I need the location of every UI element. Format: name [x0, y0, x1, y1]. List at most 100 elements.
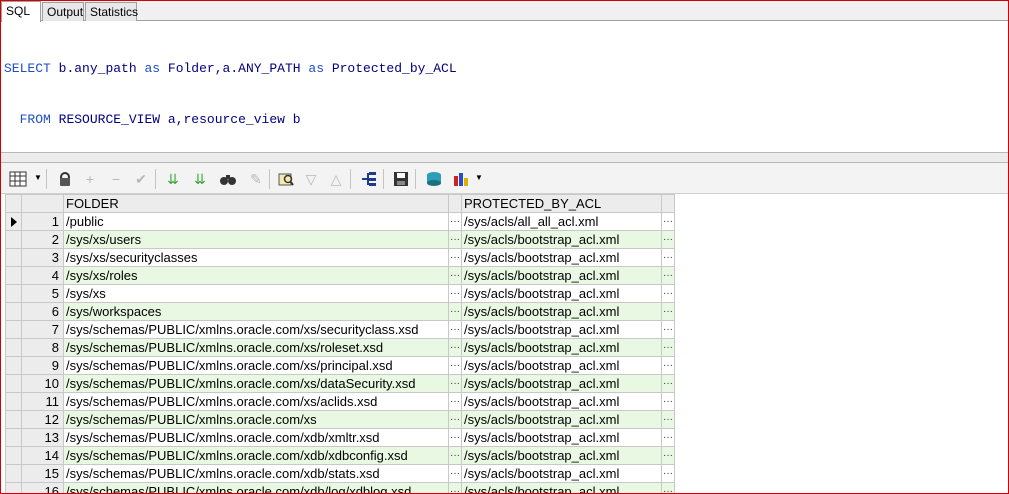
add-record-icon[interactable]: + — [81, 170, 99, 188]
table-row[interactable]: 16/sys/schemas/PUBLIC/xmlns.oracle.com/x… — [5, 482, 675, 493]
cell-folder[interactable]: /sys/workspaces — [63, 302, 449, 321]
post-edit-icon[interactable]: ✔ — [132, 170, 150, 188]
table-row[interactable]: 4/sys/xs/roles ···/sys/acls/bootstrap_acl… — [5, 266, 675, 285]
table-row[interactable]: 12/sys/schemas/PUBLIC/xmlns.oracle.com/x… — [5, 410, 675, 429]
cell-protected-by-acl[interactable]: /sys/acls/bootstrap_acl.xml — [461, 248, 662, 267]
chevron-down-icon[interactable]: ▼ — [475, 172, 483, 184]
save-icon[interactable] — [392, 170, 410, 188]
cell-ellipsis-button[interactable]: ··· — [661, 356, 675, 375]
row-number[interactable]: 5 — [21, 284, 64, 303]
row-number[interactable]: 13 — [21, 428, 64, 447]
cell-ellipsis-button[interactable]: ··· — [661, 446, 675, 465]
cell-ellipsis-button[interactable]: ··· — [448, 320, 462, 339]
find-icon[interactable] — [219, 170, 237, 188]
cell-folder[interactable]: /sys/schemas/PUBLIC/xmlns.oracle.com/xs/… — [63, 338, 449, 357]
tab-statistics[interactable]: Statistics — [85, 2, 138, 21]
row-indicator[interactable] — [5, 212, 22, 231]
cell-ellipsis-button[interactable]: ··· — [661, 482, 675, 493]
cell-ellipsis-button[interactable]: ··· — [448, 482, 462, 493]
row-indicator[interactable] — [5, 446, 22, 465]
cell-protected-by-acl[interactable]: /sys/acls/bootstrap_acl.xml — [461, 320, 662, 339]
table-row[interactable]: 2/sys/xs/users ···/sys/acls/bootstrap_acl… — [5, 230, 675, 249]
row-indicator[interactable] — [5, 356, 22, 375]
tab-sql[interactable]: SQL — [1, 1, 41, 22]
fetch-last-icon[interactable]: ⇊ — [191, 170, 209, 188]
table-row[interactable]: 11/sys/schemas/PUBLIC/xmlns.oracle.com/x… — [5, 392, 675, 411]
cell-protected-by-acl[interactable]: /sys/acls/bootstrap_acl.xml — [461, 482, 662, 493]
cell-protected-by-acl[interactable]: /sys/acls/bootstrap_acl.xml — [461, 428, 662, 447]
cell-folder[interactable]: /sys/xs/users — [63, 230, 449, 249]
cell-ellipsis-button[interactable]: ··· — [448, 230, 462, 249]
row-indicator[interactable] — [5, 248, 22, 267]
cell-protected-by-acl[interactable]: /sys/acls/bootstrap_acl.xml — [461, 230, 662, 249]
cell-ellipsis-button[interactable]: ··· — [661, 428, 675, 447]
row-indicator[interactable] — [5, 284, 22, 303]
cell-ellipsis-button[interactable]: ··· — [448, 302, 462, 321]
cell-folder[interactable]: /sys/schemas/PUBLIC/xmlns.oracle.com/xs — [63, 410, 449, 429]
table-row[interactable]: 14/sys/schemas/PUBLIC/xmlns.oracle.com/x… — [5, 446, 675, 465]
table-row[interactable]: 7/sys/schemas/PUBLIC/xmlns.oracle.com/xs… — [5, 320, 675, 339]
cell-ellipsis-button[interactable]: ··· — [661, 464, 675, 483]
cell-folder[interactable]: /sys/xs — [63, 284, 449, 303]
cell-protected-by-acl[interactable]: /sys/acls/bootstrap_acl.xml — [461, 266, 662, 285]
table-row[interactable]: 9/sys/schemas/PUBLIC/xmlns.oracle.com/xs… — [5, 356, 675, 375]
cell-protected-by-acl[interactable]: /sys/acls/bootstrap_acl.xml — [461, 338, 662, 357]
sort-ascending-icon[interactable]: △ — [327, 170, 345, 188]
cell-folder[interactable]: /sys/schemas/PUBLIC/xmlns.oracle.com/xs/… — [63, 392, 449, 411]
cell-ellipsis-button[interactable]: ··· — [448, 392, 462, 411]
row-number[interactable]: 8 — [21, 338, 64, 357]
cell-protected-by-acl[interactable]: /sys/acls/bootstrap_acl.xml — [461, 284, 662, 303]
cell-protected-by-acl[interactable]: /sys/acls/bootstrap_acl.xml — [461, 356, 662, 375]
cell-folder[interactable]: /sys/schemas/PUBLIC/xmlns.oracle.com/xdb… — [63, 464, 449, 483]
cell-ellipsis-button[interactable]: ··· — [448, 464, 462, 483]
row-indicator[interactable] — [5, 302, 22, 321]
cell-ellipsis-button[interactable]: ··· — [448, 410, 462, 429]
query-by-example-icon[interactable] — [277, 170, 295, 188]
table-row[interactable]: 15/sys/schemas/PUBLIC/xmlns.oracle.com/x… — [5, 464, 675, 483]
sql-editor[interactable]: SELECT b.any_path as Folder,a.ANY_PATH a… — [1, 22, 1008, 229]
table-row[interactable]: 5/sys/xs ···/sys/acls/bootstrap_acl.xml ··… — [5, 284, 675, 303]
row-indicator[interactable] — [5, 338, 22, 357]
cell-ellipsis-button[interactable]: ··· — [448, 212, 462, 231]
row-number[interactable]: 6 — [21, 302, 64, 321]
cell-ellipsis-button[interactable]: ··· — [448, 356, 462, 375]
cell-ellipsis-button[interactable]: ··· — [661, 302, 675, 321]
tab-output[interactable]: Output — [42, 2, 84, 21]
row-indicator[interactable] — [5, 410, 22, 429]
cell-ellipsis-button[interactable]: ··· — [448, 446, 462, 465]
row-number[interactable]: 4 — [21, 266, 64, 285]
cell-ellipsis-button[interactable]: ··· — [661, 320, 675, 339]
cell-ellipsis-button[interactable]: ··· — [448, 284, 462, 303]
cell-protected-by-acl[interactable]: /sys/acls/bootstrap_acl.xml — [461, 302, 662, 321]
row-indicator[interactable] — [5, 374, 22, 393]
column-header-protected-by-acl[interactable]: PROTECTED_BY_ACL — [461, 194, 662, 213]
cell-ellipsis-button[interactable]: ··· — [661, 212, 675, 231]
cell-ellipsis-button[interactable]: ··· — [661, 230, 675, 249]
cell-folder[interactable]: /sys/schemas/PUBLIC/xmlns.oracle.com/xs/… — [63, 356, 449, 375]
row-number[interactable]: 1 — [21, 212, 64, 231]
delete-record-icon[interactable]: − — [107, 170, 125, 188]
cell-folder[interactable]: /public — [63, 212, 449, 231]
cell-ellipsis-button[interactable]: ··· — [448, 428, 462, 447]
cell-folder[interactable]: /sys/schemas/PUBLIC/xmlns.oracle.com/xs/… — [63, 320, 449, 339]
cell-ellipsis-button[interactable]: ··· — [448, 374, 462, 393]
row-number[interactable]: 7 — [21, 320, 64, 339]
table-row[interactable]: 1/public ···/sys/acls/all_all_acl.xml ··· — [5, 212, 675, 231]
cell-protected-by-acl[interactable]: /sys/acls/bootstrap_acl.xml — [461, 464, 662, 483]
cell-ellipsis-button[interactable]: ··· — [448, 266, 462, 285]
cell-ellipsis-button[interactable]: ··· — [661, 284, 675, 303]
column-header-folder[interactable]: FOLDER — [63, 194, 449, 213]
cell-ellipsis-button[interactable]: ··· — [661, 374, 675, 393]
export-icon[interactable] — [425, 170, 443, 188]
table-row[interactable]: 3/sys/xs/securityclasses ···/sys/acls/boo… — [5, 248, 675, 267]
chart-icon[interactable] — [452, 170, 470, 188]
cell-ellipsis-button[interactable]: ··· — [661, 248, 675, 267]
row-indicator[interactable] — [5, 392, 22, 411]
cell-ellipsis-button[interactable]: ··· — [661, 392, 675, 411]
row-number[interactable]: 14 — [21, 446, 64, 465]
table-row[interactable]: 6/sys/workspaces ···/sys/acls/bootstrap_a… — [5, 302, 675, 321]
grid-view-icon[interactable] — [9, 170, 27, 188]
cell-protected-by-acl[interactable]: /sys/acls/all_all_acl.xml — [461, 212, 662, 231]
cell-ellipsis-button[interactable]: ··· — [661, 410, 675, 429]
row-indicator[interactable] — [5, 428, 22, 447]
